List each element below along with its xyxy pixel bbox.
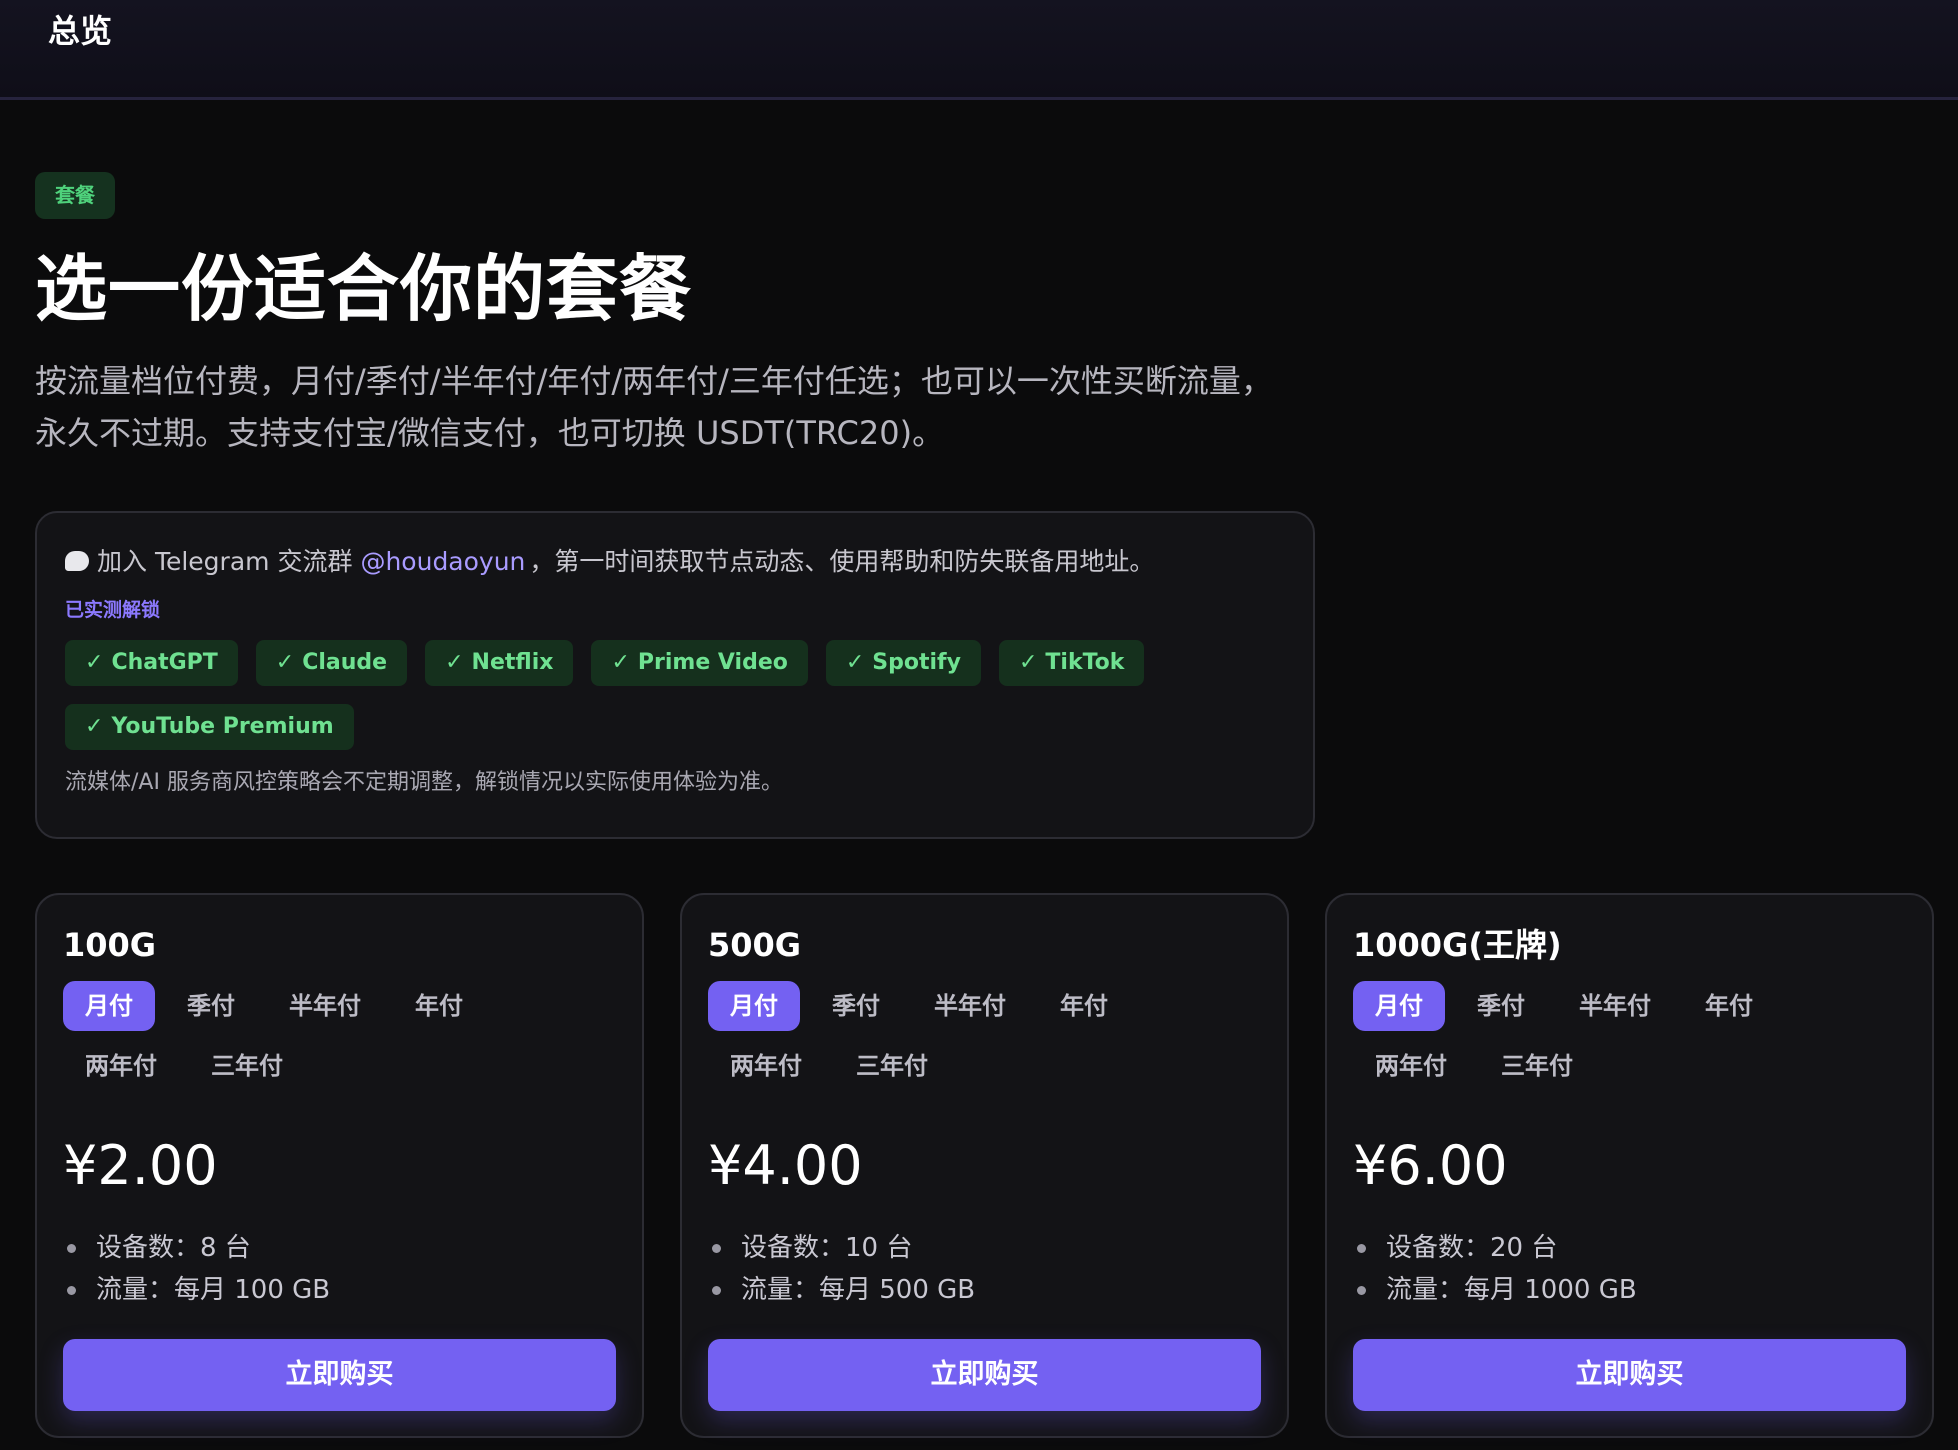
period-tab-two-year[interactable]: 两年付 [63, 1041, 179, 1091]
service-chip-prime-video: ✓ Prime Video [591, 640, 808, 686]
feature-traffic: 流量：每月 100 GB [63, 1269, 616, 1311]
period-tab-monthly[interactable]: 月付 [63, 981, 155, 1031]
bullet-dot-icon [67, 1285, 76, 1295]
telegram-notice-card: 加入 Telegram 交流群 @houdaoyun ，第一时间获取节点动态、使… [35, 511, 1315, 839]
section-heading: 选一份适合你的套餐 [35, 247, 693, 331]
billing-period-tabs: 月付 季付 半年付 年付 两年付 三年付 [1353, 981, 1833, 1101]
unlock-label: 已实测解锁 [65, 599, 161, 621]
plan-price: ¥4.00 [708, 1134, 863, 1197]
feature-traffic: 流量：每月 500 GB [708, 1269, 1261, 1311]
plan-features: 设备数：8 台 流量：每月 100 GB [63, 1227, 616, 1311]
plan-price: ¥6.00 [1353, 1134, 1508, 1197]
period-tab-three-year[interactable]: 三年付 [189, 1041, 305, 1091]
speech-bubble-icon [65, 551, 89, 571]
feature-text: 流量：每月 1000 GB [1386, 1275, 1637, 1305]
bullet-dot-icon [1357, 1243, 1366, 1253]
plan-features: 设备数：20 台 流量：每月 1000 GB [1353, 1227, 1906, 1311]
billing-period-tabs: 月付 季付 半年付 年付 两年付 三年付 [63, 981, 543, 1101]
service-chip-claude: ✓ Claude [255, 640, 408, 686]
section-subtitle: 按流量档位付费，月付/季付/半年付/年付/两年付/三年付任选；也可以一次性买断流… [35, 362, 1273, 452]
feature-devices: 设备数：8 台 [63, 1227, 616, 1269]
period-tab-three-year[interactable]: 三年付 [1479, 1041, 1595, 1091]
plan-features: 设备数：10 台 流量：每月 500 GB [708, 1227, 1261, 1311]
period-tab-quarterly[interactable]: 季付 [1455, 981, 1547, 1031]
unlock-service-list: ✓ ChatGPT ✓ Claude ✓ Netflix ✓ Prime Video ✓… [65, 640, 1295, 768]
check-icon: ✓ [1018, 650, 1038, 675]
feature-text: 设备数：8 台 [96, 1233, 251, 1263]
period-tab-yearly[interactable]: 年付 [1683, 981, 1775, 1031]
service-chip-spotify: ✓ Spotify [825, 640, 981, 686]
bullet-dot-icon [67, 1243, 76, 1253]
check-icon: ✓ [845, 650, 865, 675]
feature-text: 设备数：10 台 [741, 1233, 913, 1263]
feature-text: 设备数：20 台 [1386, 1233, 1558, 1263]
service-chip-label: TikTok [1045, 650, 1125, 675]
telegram-group-link[interactable]: @houdaoyun [360, 543, 525, 581]
period-tab-half-year[interactable]: 半年付 [1557, 981, 1673, 1031]
billing-period-tabs: 月付 季付 半年付 年付 两年付 三年付 [708, 981, 1188, 1101]
check-icon: ✓ [85, 650, 104, 675]
check-icon: ✓ [85, 714, 104, 739]
check-icon: ✓ [275, 650, 295, 675]
telegram-suffix: ，第一时间获取节点动态、使用帮助和防失联备用地址。 [529, 547, 1155, 576]
service-chip-label: Prime Video [637, 650, 788, 675]
unlock-disclaimer: 流媒体/AI 服务商风控策略会不定期调整，解锁情况以实际使用体验为准。 [65, 770, 783, 795]
period-tab-quarterly[interactable]: 季付 [810, 981, 902, 1031]
period-tab-quarterly[interactable]: 季付 [165, 981, 257, 1031]
plans-section-header: 套餐 选一份适合你的套餐 按流量档位付费，月付/季付/半年付/年付/两年付/三年… [35, 172, 1935, 459]
plan-name: 500G [708, 926, 802, 964]
period-tab-three-year[interactable]: 三年付 [834, 1041, 950, 1091]
service-chip-label: Spotify [872, 650, 961, 675]
period-tab-two-year[interactable]: 两年付 [708, 1041, 824, 1091]
bullet-dot-icon [1357, 1285, 1366, 1295]
feature-devices: 设备数：10 台 [708, 1227, 1261, 1269]
telegram-line: 加入 Telegram 交流群 @houdaoyun ，第一时间获取节点动态、使… [65, 543, 1285, 581]
period-tab-half-year[interactable]: 半年付 [267, 981, 383, 1031]
feature-traffic: 流量：每月 1000 GB [1353, 1269, 1906, 1311]
service-chip-label: YouTube Premium [111, 714, 334, 739]
feature-devices: 设备数：20 台 [1353, 1227, 1906, 1269]
plan-card-100g: 100G 月付 季付 半年付 年付 两年付 三年付 ¥2.00 设备数：8 台 … [35, 893, 644, 1438]
plan-price: ¥2.00 [63, 1134, 218, 1197]
bullet-dot-icon [712, 1285, 721, 1295]
service-chip-label: Netflix [471, 650, 554, 675]
period-tab-two-year[interactable]: 两年付 [1353, 1041, 1469, 1091]
service-chip-label: ChatGPT [111, 650, 218, 675]
feature-text: 流量：每月 100 GB [96, 1275, 331, 1305]
page-title: 总览 [48, 12, 113, 50]
period-tab-monthly[interactable]: 月付 [708, 981, 800, 1031]
plan-cards: 100G 月付 季付 半年付 年付 两年付 三年付 ¥2.00 设备数：8 台 … [35, 893, 1935, 1438]
feature-text: 流量：每月 500 GB [741, 1275, 976, 1305]
period-tab-monthly[interactable]: 月付 [1353, 981, 1445, 1031]
plan-card-500g: 500G 月付 季付 半年付 年付 两年付 三年付 ¥4.00 设备数：10 台… [680, 893, 1289, 1438]
period-tab-yearly[interactable]: 年付 [1038, 981, 1130, 1031]
period-tab-half-year[interactable]: 半年付 [912, 981, 1028, 1031]
section-tag: 套餐 [35, 172, 115, 219]
buy-now-button[interactable]: 立即购买 [708, 1339, 1261, 1411]
check-icon: ✓ [445, 650, 464, 675]
service-chip-netflix: ✓ Netflix [425, 640, 574, 686]
service-chip-tiktok: ✓ TikTok [998, 640, 1145, 686]
buy-now-button[interactable]: 立即购买 [63, 1339, 616, 1411]
telegram-prefix: 加入 Telegram 交流群 [97, 547, 353, 576]
period-tab-yearly[interactable]: 年付 [393, 981, 485, 1031]
plan-name: 100G [63, 926, 157, 964]
buy-now-button[interactable]: 立即购买 [1353, 1339, 1906, 1411]
bullet-dot-icon [712, 1243, 721, 1253]
plan-card-1000g: 1000G(王牌) 月付 季付 半年付 年付 两年付 三年付 ¥6.00 设备数… [1325, 893, 1934, 1438]
check-icon: ✓ [611, 650, 630, 675]
service-chip-youtube-premium: ✓ YouTube Premium [65, 704, 354, 750]
top-bar: 总览 [0, 0, 1958, 100]
plan-name: 1000G(王牌) [1353, 926, 1562, 964]
service-chip-label: Claude [302, 650, 388, 675]
service-chip-chatgpt: ✓ ChatGPT [65, 640, 238, 686]
